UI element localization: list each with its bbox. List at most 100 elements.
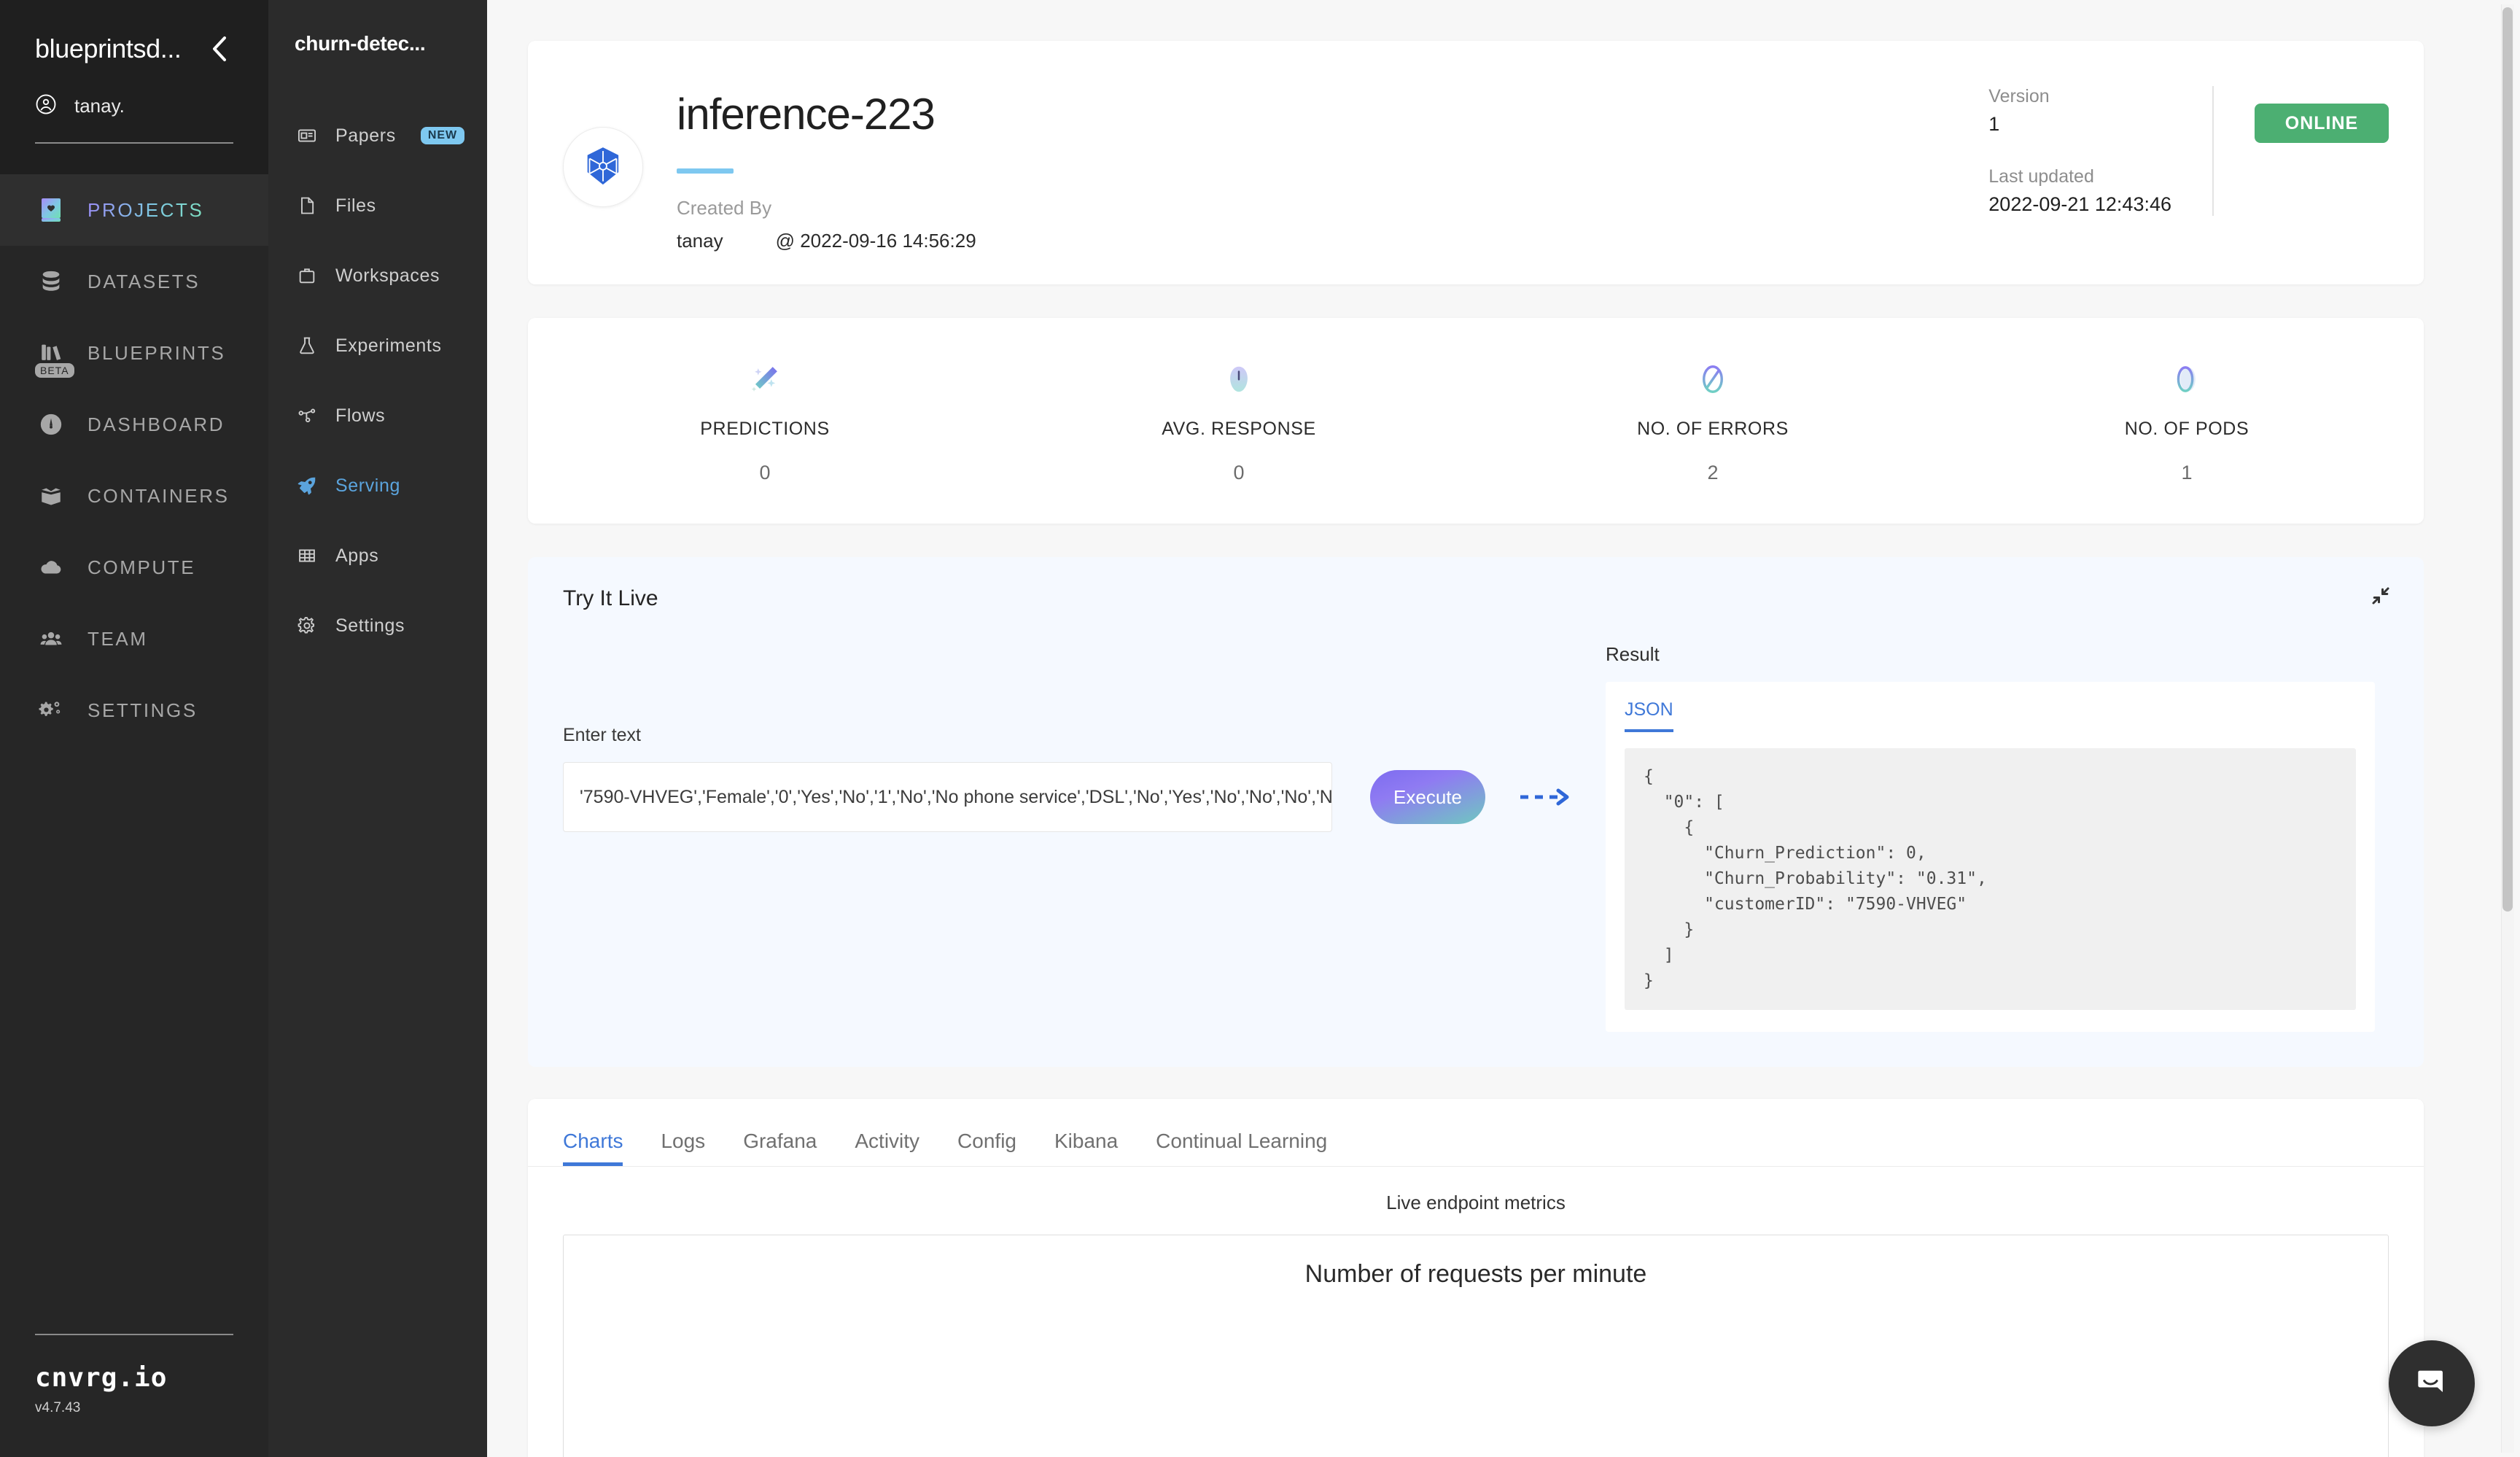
tab-charts[interactable]: Charts xyxy=(563,1130,642,1166)
execute-button[interactable]: Execute xyxy=(1370,770,1485,824)
project-nav-label: Apps xyxy=(335,545,379,566)
created-at: @ 2022-09-16 14:56:29 xyxy=(775,230,976,252)
article-icon xyxy=(295,123,319,148)
project-nav-apps[interactable]: Apps xyxy=(268,521,487,591)
try-it-live-card: Try It Live Enter text '7590-VHVEG','Fem… xyxy=(528,557,2424,1067)
tab-activity[interactable]: Activity xyxy=(836,1130,938,1166)
stopwatch-icon xyxy=(1002,360,1476,398)
flow-icon xyxy=(295,403,319,428)
stat-label: NO. OF ERRORS xyxy=(1637,419,1789,439)
gauge-icon xyxy=(35,408,67,440)
app-root: blueprintsd... tanay. PROJECTS DATASETS … xyxy=(0,0,2520,1457)
kubernetes-icon xyxy=(563,127,643,207)
project-nav-files[interactable]: Files xyxy=(268,171,487,241)
grid-icon xyxy=(295,543,319,568)
user-row[interactable]: tanay. xyxy=(35,93,233,119)
version-value: 1 xyxy=(1988,113,2000,135)
new-badge: NEW xyxy=(420,127,465,144)
inference-input[interactable]: '7590-VHVEG','Female','0','Yes','No','1'… xyxy=(563,762,1332,832)
scrollbar-thumb[interactable] xyxy=(2502,7,2513,912)
global-sidebar-header: blueprintsd... tanay. xyxy=(0,0,268,174)
created-by-user: tanay xyxy=(677,230,723,252)
try-it-live-body: Enter text '7590-VHVEG','Female','0','Ye… xyxy=(563,643,2389,1032)
project-nav-label: Workspaces xyxy=(335,265,440,286)
pods-icon xyxy=(1950,360,2424,398)
app-version: v4.7.43 xyxy=(35,1400,81,1415)
project-nav-serving[interactable]: Serving xyxy=(268,451,487,521)
project-nav-label: Papers xyxy=(335,125,396,146)
stat-avg-response: AVG. RESPONSE 0 xyxy=(1002,360,1476,484)
sidebar-item-settings[interactable]: SETTINGS xyxy=(0,675,268,746)
created-by-row: tanay @ 2022-09-16 14:56:29 xyxy=(677,230,1988,252)
briefcase-icon xyxy=(295,263,319,288)
result-label: Result xyxy=(1606,643,1660,665)
sidebar-item-label: DATASETS xyxy=(88,270,201,292)
project-nav-flows[interactable]: Flows xyxy=(268,381,487,451)
enter-text-label: Enter text xyxy=(563,725,641,745)
project-nav: Papers NEW Files Workspaces Experiments … xyxy=(268,101,487,661)
stat-errors: NO. OF ERRORS 2 xyxy=(1476,360,1950,484)
magic-wand-icon xyxy=(528,360,1002,398)
result-box: JSON { "0": [ { "Churn_Prediction": 0, "… xyxy=(1606,682,2375,1032)
sidebar-item-label: SETTINGS xyxy=(88,699,198,721)
endpoint-info: inference-223 Created By tanay @ 2022-09… xyxy=(677,67,1988,252)
no-entry-icon xyxy=(1476,360,1950,398)
project-nav-papers[interactable]: Papers NEW xyxy=(268,101,487,171)
title-underline xyxy=(677,168,734,174)
created-by-label: Created By xyxy=(677,197,772,219)
sidebar-item-compute[interactable]: COMPUTE xyxy=(0,532,268,603)
main-content: inference-223 Created By tanay @ 2022-09… xyxy=(487,0,2520,1457)
sidebar-divider xyxy=(35,142,233,144)
project-nav-experiments[interactable]: Experiments xyxy=(268,311,487,381)
tab-logs[interactable]: Logs xyxy=(642,1130,724,1166)
tab-config[interactable]: Config xyxy=(938,1130,1035,1166)
try-it-live-result-area: Result JSON { "0": [ { "Churn_Prediction… xyxy=(1584,643,2389,1032)
tab-continual-learning[interactable]: Continual Learning xyxy=(1137,1130,1346,1166)
flask-icon xyxy=(295,333,319,358)
try-it-live-title: Try It Live xyxy=(563,586,658,610)
endpoint-header-card: inference-223 Created By tanay @ 2022-09… xyxy=(528,41,2424,284)
tab-json[interactable]: JSON xyxy=(1625,699,1673,732)
stat-value: 1 xyxy=(2181,462,2193,483)
project-nav-settings[interactable]: Settings xyxy=(268,591,487,661)
user-avatar-icon xyxy=(35,93,57,119)
tab-grafana[interactable]: Grafana xyxy=(724,1130,836,1166)
sidebar-item-dashboard[interactable]: DASHBOARD xyxy=(0,389,268,460)
project-nav-label: Files xyxy=(335,195,376,216)
footer-divider xyxy=(35,1334,233,1335)
gears-icon xyxy=(35,694,67,726)
requests-chart: Number of requests per minute xyxy=(563,1234,2389,1457)
chat-widget-button[interactable] xyxy=(2389,1340,2475,1426)
project-nav-workspaces[interactable]: Workspaces xyxy=(268,241,487,311)
charts-tabs: Charts Logs Grafana Activity Config Kiba… xyxy=(528,1099,2424,1166)
global-sidebar-footer: cnvrg.io v4.7.43 xyxy=(0,1334,268,1457)
meta-separator xyxy=(2212,86,2214,216)
sidebar-item-datasets[interactable]: DATASETS xyxy=(0,246,268,317)
chevron-left-icon[interactable] xyxy=(206,35,233,63)
shrink-arrows-icon[interactable] xyxy=(2370,585,2392,610)
sidebar-item-label: COMPUTE xyxy=(88,556,196,578)
sidebar-item-label: TEAM xyxy=(88,627,148,650)
result-json: { "0": [ { "Churn_Prediction": 0, "Churn… xyxy=(1625,748,2356,1010)
user-name: tanay. xyxy=(74,95,125,117)
version-meta: Version 1 Last updated 2022-09-21 12:43:… xyxy=(1988,86,2212,216)
execute-row: '7590-VHVEG','Female','0','Yes','No','1'… xyxy=(563,762,1584,832)
project-sidebar: churn-detec... Papers NEW Files Workspac… xyxy=(268,0,487,1457)
box-icon xyxy=(35,480,67,512)
tab-kibana[interactable]: Kibana xyxy=(1035,1130,1137,1166)
project-nav-label: Serving xyxy=(335,475,400,496)
sidebar-item-projects[interactable]: PROJECTS xyxy=(0,174,268,246)
sidebar-item-team[interactable]: TEAM xyxy=(0,603,268,675)
last-updated-value: 2022-09-21 12:43:46 xyxy=(1988,193,2171,215)
org-name: blueprintsd... xyxy=(35,34,182,63)
rocket-icon xyxy=(295,473,319,498)
charts-card: Charts Logs Grafana Activity Config Kiba… xyxy=(528,1098,2424,1457)
sidebar-item-containers[interactable]: CONTAINERS xyxy=(0,460,268,532)
sidebar-item-label: PROJECTS xyxy=(88,198,204,221)
sidebar-item-blueprints[interactable]: BETA BLUEPRINTS xyxy=(0,317,268,389)
gear-icon xyxy=(295,613,319,638)
status-badge: ONLINE xyxy=(2255,104,2389,143)
books-icon: BETA xyxy=(35,337,74,378)
cloud-icon xyxy=(35,551,67,583)
page-scrollbar[interactable] xyxy=(2501,4,2514,1453)
